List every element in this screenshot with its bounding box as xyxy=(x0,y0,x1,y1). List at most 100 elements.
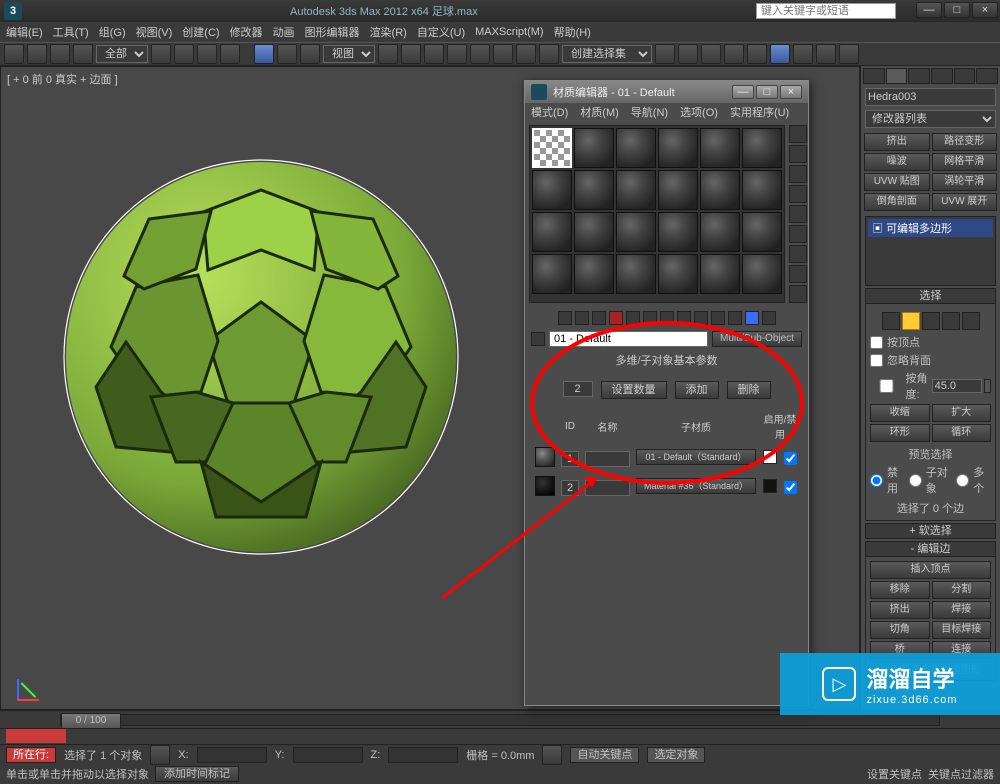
material-type-button[interactable]: Multi/Sub-Object xyxy=(712,331,802,347)
lock-selection-button[interactable] xyxy=(150,745,170,765)
remove-button[interactable]: 移除 xyxy=(870,581,930,599)
mat-close-button[interactable]: × xyxy=(780,85,802,99)
modifier-list-select[interactable]: 修改器列表 xyxy=(865,110,996,128)
show-end-result-button[interactable] xyxy=(711,311,725,325)
mat-menu-nav[interactable]: 导航(N) xyxy=(631,104,668,120)
split-button[interactable]: 分割 xyxy=(932,581,992,599)
redo-button[interactable] xyxy=(27,44,47,64)
mat-minimize-button[interactable]: — xyxy=(732,85,754,99)
sample-slot-10[interactable] xyxy=(658,170,698,210)
submat2-enable[interactable] xyxy=(784,481,797,494)
material-editor-titlebar[interactable]: 材质编辑器 - 01 - Default — □ × xyxy=(525,81,808,103)
menu-views[interactable]: 视图(V) xyxy=(136,24,173,40)
named-selection-sets[interactable]: 创建选择集 xyxy=(562,45,652,63)
preview-subobj-radio[interactable] xyxy=(909,474,922,487)
menu-modifiers[interactable]: 修改器 xyxy=(230,24,263,40)
sample-slot-8[interactable] xyxy=(574,170,614,210)
matnav-button[interactable] xyxy=(789,285,807,303)
sample-slot-1[interactable] xyxy=(532,128,572,168)
menu-maxscript[interactable]: MAXScript(M) xyxy=(475,26,543,38)
mod-uvwunwrap[interactable]: UVW 展开 xyxy=(932,193,998,211)
set-number-button[interactable]: 设置数量 xyxy=(601,381,667,399)
material-editor-button[interactable] xyxy=(770,44,790,64)
add-time-tag-button[interactable]: 添加时间标记 xyxy=(155,766,239,782)
select-manip-button[interactable] xyxy=(401,44,421,64)
select-rotate-button[interactable] xyxy=(277,44,297,64)
reset-map-button[interactable] xyxy=(609,311,623,325)
sample-slot-20[interactable] xyxy=(574,254,614,294)
render-prod-button[interactable] xyxy=(839,44,859,64)
menu-edit[interactable]: 编辑(E) xyxy=(6,24,43,40)
restore-button[interactable]: □ xyxy=(944,2,970,18)
loop-button[interactable]: 循环 xyxy=(932,424,992,442)
submat2-color[interactable] xyxy=(763,479,777,493)
menu-group[interactable]: 组(G) xyxy=(99,24,126,40)
auto-key-button[interactable]: 自动关键点 xyxy=(570,747,639,763)
get-material-button[interactable] xyxy=(558,311,572,325)
by-angle-check[interactable] xyxy=(870,379,903,393)
mod-pathdeform[interactable]: 路径变形 xyxy=(932,133,998,151)
weld-button[interactable]: 焊接 xyxy=(932,601,992,619)
ignore-backfacing-check[interactable] xyxy=(870,354,883,367)
go-parent-button[interactable] xyxy=(728,311,742,325)
mirror-button[interactable] xyxy=(655,44,675,64)
submaterial-count-field[interactable] xyxy=(563,381,593,397)
selection-rollout-header[interactable]: 选择 xyxy=(865,288,996,304)
selection-filter[interactable]: 全部 xyxy=(96,45,148,63)
sample-slot-14[interactable] xyxy=(574,212,614,252)
angle-spinner[interactable] xyxy=(932,379,982,393)
layers-button[interactable] xyxy=(701,44,721,64)
subobj-vertex[interactable] xyxy=(882,312,900,330)
edit-selection-set[interactable] xyxy=(539,44,559,64)
tab-utilities[interactable] xyxy=(976,68,998,84)
sample-slot-2[interactable] xyxy=(574,128,614,168)
sample-type-button[interactable] xyxy=(789,125,807,143)
mod-extrude[interactable]: 挤出 xyxy=(864,133,930,151)
isolate-button[interactable] xyxy=(542,745,562,765)
mod-bevelprofile[interactable]: 倒角剖面 xyxy=(864,193,930,211)
ref-coord-system[interactable]: 视图 xyxy=(323,45,375,63)
time-handle[interactable]: 0 / 100 xyxy=(61,713,121,729)
material-name-field[interactable] xyxy=(549,331,708,347)
sample-slot-5[interactable] xyxy=(700,128,740,168)
menu-help[interactable]: 帮助(H) xyxy=(554,24,591,40)
y-coord[interactable] xyxy=(293,747,363,763)
submat2-name[interactable] xyxy=(585,480,630,496)
select-scale-button[interactable] xyxy=(300,44,320,64)
by-vertex-check[interactable] xyxy=(870,336,883,349)
subobj-edge[interactable] xyxy=(902,312,920,330)
grow-button[interactable]: 扩大 xyxy=(932,404,992,422)
sample-slot-17[interactable] xyxy=(700,212,740,252)
undo-button[interactable] xyxy=(4,44,24,64)
show-map-button[interactable] xyxy=(694,311,708,325)
delete-submat-button[interactable]: 删除 xyxy=(727,381,771,399)
select-move-button[interactable] xyxy=(254,44,274,64)
select-by-mat-button[interactable] xyxy=(789,265,807,283)
x-coord[interactable] xyxy=(197,747,267,763)
close-button[interactable]: × xyxy=(972,2,998,18)
schematic-view-button[interactable] xyxy=(747,44,767,64)
pivot-center-button[interactable] xyxy=(378,44,398,64)
add-submat-button[interactable]: 添加 xyxy=(675,381,719,399)
mod-meshsmooth[interactable]: 网格平滑 xyxy=(932,153,998,171)
tab-hierarchy[interactable] xyxy=(908,68,930,84)
put-to-library-button[interactable] xyxy=(660,311,674,325)
subobj-poly[interactable] xyxy=(942,312,960,330)
link-button[interactable] xyxy=(50,44,70,64)
menu-animation[interactable]: 动画 xyxy=(273,24,295,40)
edit-edges-header[interactable]: - 编辑边 xyxy=(865,541,996,557)
snap-toggle[interactable] xyxy=(447,44,467,64)
subobj-border[interactable] xyxy=(922,312,940,330)
curve-editor-button[interactable] xyxy=(724,44,744,64)
make-copy-button[interactable] xyxy=(626,311,640,325)
chamfer-button[interactable]: 切角 xyxy=(870,621,930,639)
subobj-element[interactable] xyxy=(962,312,980,330)
kbd-shortcut-toggle[interactable] xyxy=(424,44,444,64)
sample-slot-9[interactable] xyxy=(616,170,656,210)
menu-tools[interactable]: 工具(T) xyxy=(53,24,89,40)
background-button[interactable] xyxy=(789,165,807,183)
make-preview-button[interactable] xyxy=(789,225,807,243)
put-to-scene-button[interactable] xyxy=(575,311,589,325)
submat1-enable[interactable] xyxy=(784,452,797,465)
mod-noise[interactable]: 噪波 xyxy=(864,153,930,171)
